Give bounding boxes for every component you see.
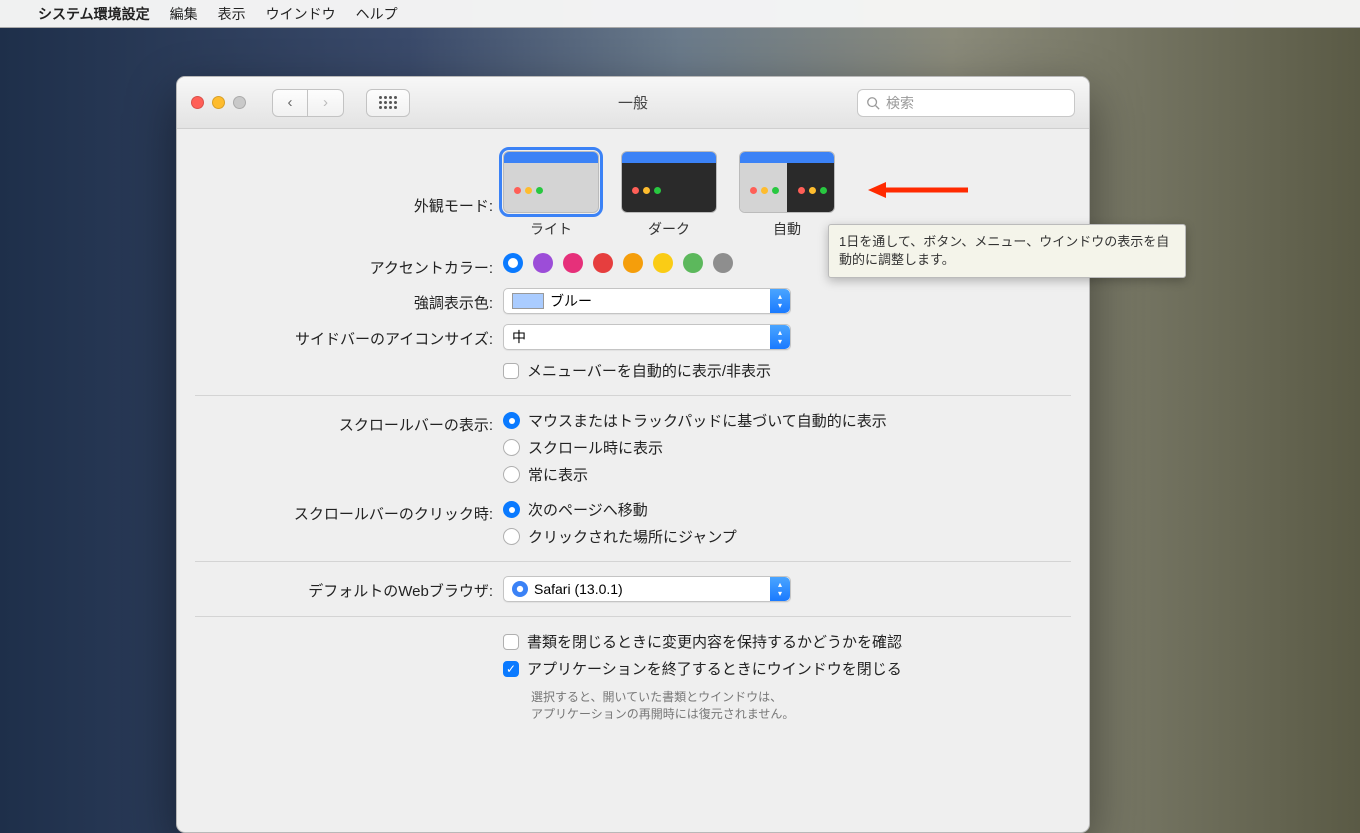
accent-color-1[interactable]	[533, 253, 553, 273]
titlebar: ‹ › 一般 検索	[177, 77, 1089, 129]
browser-label: デフォルトのWebブラウザ:	[177, 576, 503, 601]
accent-color-0[interactable]	[503, 253, 523, 273]
accent-color-2[interactable]	[563, 253, 583, 273]
menubar[interactable]: システム環境設定 編集 表示 ウインドウ ヘルプ	[0, 0, 1360, 28]
menu-window[interactable]: ウインドウ	[266, 4, 336, 24]
close-windows-label: アプリケーションを終了するときにウインドウを閉じる	[527, 658, 902, 679]
accent-color-5[interactable]	[653, 253, 673, 273]
autohide-menubar-checkbox[interactable]	[503, 363, 519, 379]
chevron-updown-icon: ▴▾	[770, 577, 790, 601]
highlight-label: 強調表示色:	[177, 288, 503, 313]
ask-save-checkbox[interactable]	[503, 634, 519, 650]
window-title: 一般	[618, 92, 648, 113]
autohide-menubar-label: メニューバーを自動的に表示/非表示	[527, 360, 771, 381]
tooltip: 1日を通して、ボタン、メニュー、ウインドウの表示を自動的に調整します。	[828, 224, 1186, 278]
minimize-icon[interactable]	[212, 96, 225, 109]
search-icon	[866, 96, 880, 110]
close-windows-checkbox[interactable]: ✓	[503, 661, 519, 677]
app-menu[interactable]: システム環境設定	[38, 4, 150, 24]
scrollbar-auto-radio[interactable]	[503, 412, 520, 429]
maximize-icon	[233, 96, 246, 109]
scrollclick-nextpage-radio[interactable]	[503, 501, 520, 518]
accent-color-7[interactable]	[713, 253, 733, 273]
ask-save-label: 書類を閉じるときに変更内容を保持するかどうかを確認	[527, 631, 902, 652]
appearance-light[interactable]: ライト	[503, 151, 599, 239]
accent-color-6[interactable]	[683, 253, 703, 273]
chevron-updown-icon: ▴▾	[770, 325, 790, 349]
forward-button: ›	[308, 89, 344, 117]
back-button[interactable]: ‹	[272, 89, 308, 117]
scrollbar-show-label: スクロールバーの表示:	[177, 410, 503, 435]
appearance-auto[interactable]: 自動	[739, 151, 835, 239]
annotation-arrow-icon	[868, 180, 968, 200]
close-icon[interactable]	[191, 96, 204, 109]
appearance-dark[interactable]: ダーク	[621, 151, 717, 239]
safari-icon	[512, 581, 528, 597]
accent-color-3[interactable]	[593, 253, 613, 273]
menu-view[interactable]: 表示	[218, 4, 246, 24]
chevron-updown-icon: ▴▾	[770, 289, 790, 313]
sidebar-icon-label: サイドバーのアイコンサイズ:	[177, 324, 503, 349]
search-input[interactable]: 検索	[857, 89, 1075, 117]
highlight-select[interactable]: ブルー ▴▾	[503, 288, 791, 314]
appearance-label: 外観モード:	[177, 151, 503, 216]
close-windows-hint: 選択すると、開いていた書類とウインドウは、 アプリケーションの再開時には復元され…	[503, 689, 1089, 723]
sidebar-icon-select[interactable]: 中 ▴▾	[503, 324, 791, 350]
show-all-button[interactable]	[366, 89, 410, 117]
scrollbar-always-radio[interactable]	[503, 466, 520, 483]
scrollbar-click-label: スクロールバーのクリック時:	[177, 499, 503, 524]
menu-edit[interactable]: 編集	[170, 4, 198, 24]
accent-label: アクセントカラー:	[177, 253, 503, 278]
browser-select[interactable]: Safari (13.0.1) ▴▾	[503, 576, 791, 602]
scrollclick-jump-radio[interactable]	[503, 528, 520, 545]
menu-help[interactable]: ヘルプ	[356, 4, 398, 24]
accent-color-4[interactable]	[623, 253, 643, 273]
scrollbar-scrolling-radio[interactable]	[503, 439, 520, 456]
